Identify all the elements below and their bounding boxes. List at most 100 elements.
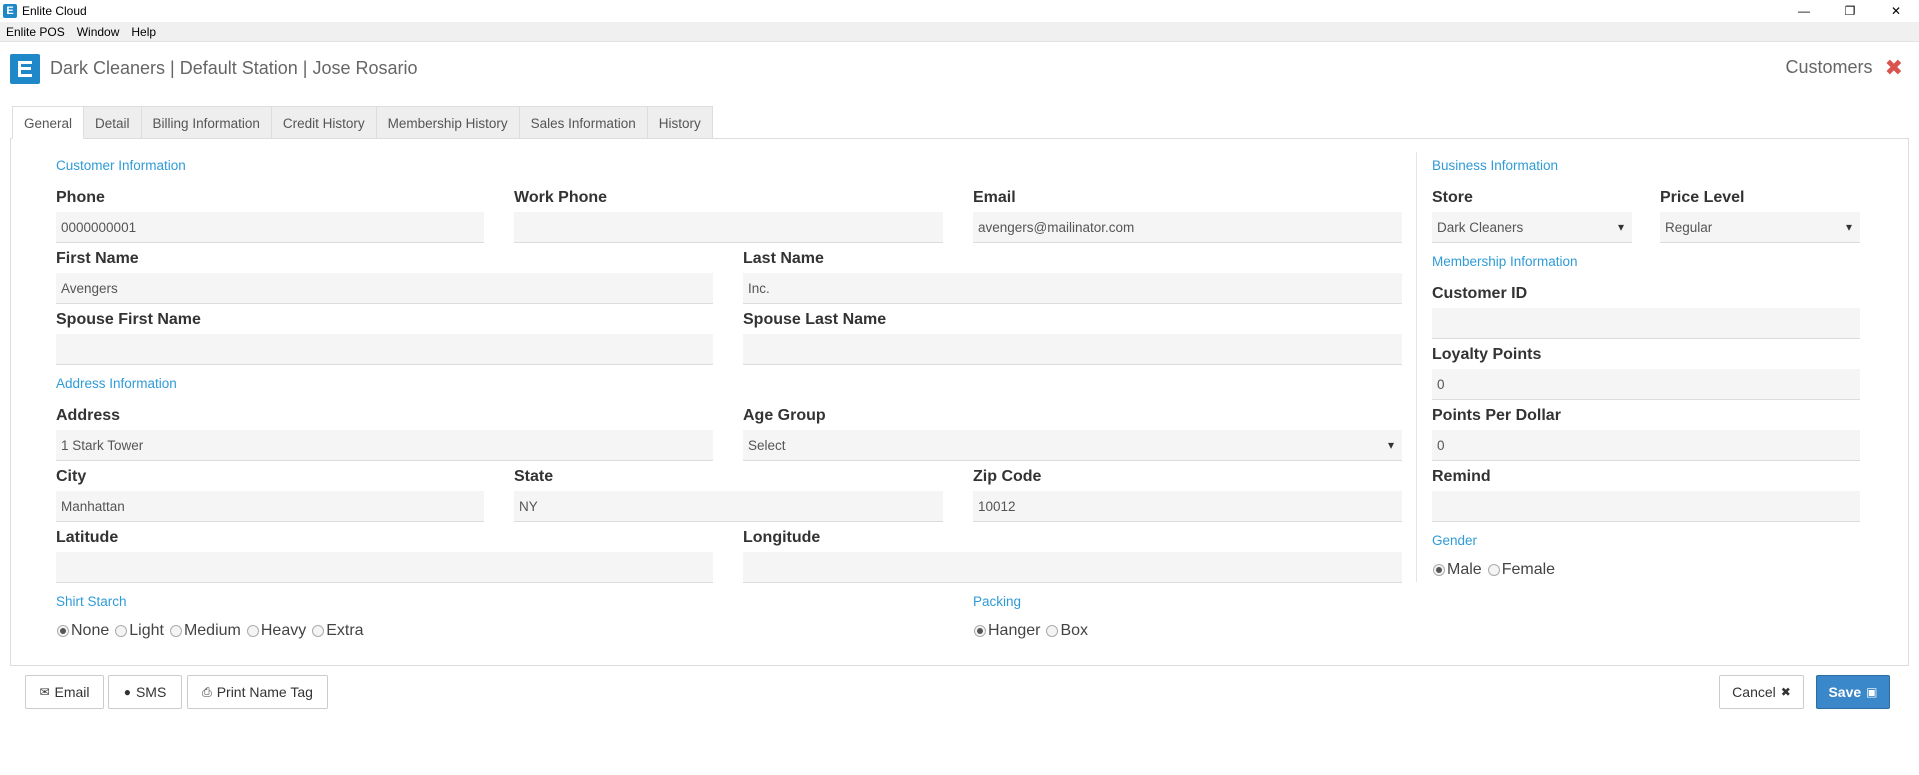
- starch-heavy-option[interactable]: Heavy: [246, 622, 307, 640]
- email-button[interactable]: ✉ Email: [25, 675, 104, 709]
- menu-bar: Enlite POS Window Help: [0, 22, 1919, 42]
- age-group-label: Age Group: [743, 407, 826, 424]
- close-window-button[interactable]: ✕: [1873, 0, 1919, 22]
- packing-radio-group: Hanger Box: [974, 622, 1094, 640]
- address-input[interactable]: 1 Stark Tower: [56, 430, 713, 461]
- tab-bar: General Detail Billing Information Credi…: [12, 106, 713, 139]
- radio-button[interactable]: [115, 625, 128, 637]
- customer-id-label: Customer ID: [1432, 285, 1528, 302]
- packing-hanger-option[interactable]: Hanger: [974, 622, 1040, 640]
- zip-code-input[interactable]: 10012: [973, 491, 1402, 522]
- points-per-dollar-input[interactable]: 0: [1432, 430, 1860, 461]
- starch-none-option[interactable]: None: [57, 622, 109, 640]
- radio-button[interactable]: [169, 625, 182, 637]
- tab-membership-history[interactable]: Membership History: [375, 106, 520, 139]
- spouse-first-name-input[interactable]: [56, 334, 713, 365]
- window-title: Enlite Cloud: [22, 4, 87, 18]
- last-name-input[interactable]: Inc.: [743, 273, 1402, 304]
- radio-button[interactable]: [1046, 625, 1059, 637]
- radio-button[interactable]: [1487, 564, 1500, 576]
- email-label: Email: [973, 189, 1016, 206]
- gender-female-label: Female: [1501, 561, 1556, 578]
- first-name-label: First Name: [56, 250, 139, 267]
- phone-label: Phone: [56, 189, 105, 206]
- latitude-input[interactable]: [56, 552, 713, 583]
- tab-sales-information[interactable]: Sales Information: [518, 106, 648, 139]
- business-info-title: Business Information: [1432, 158, 1559, 173]
- radio-button[interactable]: [974, 625, 986, 637]
- restore-button[interactable]: ❐: [1827, 0, 1873, 22]
- email-button-label: Email: [54, 684, 90, 700]
- loyalty-points-input[interactable]: 0: [1432, 369, 1860, 400]
- radio-button[interactable]: [1433, 564, 1445, 576]
- sms-button[interactable]: ● SMS: [108, 675, 182, 709]
- gender-male-option[interactable]: Male: [1433, 561, 1482, 579]
- state-label: State: [514, 468, 554, 485]
- page-header: Dark Cleaners | Default Station | Jose R…: [0, 48, 1919, 88]
- store-label: Store: [1432, 189, 1473, 206]
- page-title: Customers: [1785, 57, 1873, 77]
- brand-logo-icon: [10, 54, 40, 84]
- menu-help[interactable]: Help: [125, 25, 162, 39]
- starch-extra-option[interactable]: Extra: [312, 622, 364, 640]
- tab-history[interactable]: History: [646, 106, 713, 139]
- close-icon[interactable]: ✖: [1885, 56, 1903, 78]
- customer-info-title: Customer Information: [56, 158, 186, 173]
- save-button-label: Save: [1828, 684, 1862, 700]
- shirt-starch-radio-group: None Light Medium Heavy Extra: [57, 622, 370, 640]
- starch-light-option[interactable]: Light: [115, 622, 164, 640]
- packing-box-option[interactable]: Box: [1046, 622, 1088, 640]
- starch-light-label: Light: [129, 622, 164, 639]
- work-phone-label: Work Phone: [514, 189, 608, 206]
- packing-box-label: Box: [1060, 622, 1089, 639]
- floppy-disk-icon: ▣: [1866, 685, 1878, 699]
- latitude-label: Latitude: [56, 529, 119, 546]
- loyalty-points-label: Loyalty Points: [1432, 346, 1542, 363]
- save-button[interactable]: Save ▣: [1816, 675, 1890, 709]
- menu-window[interactable]: Window: [71, 25, 126, 39]
- price-level-select[interactable]: Regular: [1660, 212, 1860, 243]
- sms-button-label: SMS: [135, 684, 167, 700]
- starch-heavy-label: Heavy: [260, 622, 307, 639]
- city-input[interactable]: Manhattan: [56, 491, 484, 522]
- minimize-button[interactable]: —: [1781, 0, 1827, 22]
- gender-radio-group: Male Female: [1433, 561, 1561, 579]
- gender-male-label: Male: [1447, 561, 1482, 578]
- membership-info-title: Membership Information: [1432, 254, 1578, 269]
- tab-detail[interactable]: Detail: [83, 106, 142, 139]
- window-controls: — ❐ ✕: [1781, 0, 1919, 22]
- address-label: Address: [56, 407, 121, 424]
- tab-general[interactable]: General: [12, 106, 85, 139]
- gender-female-option[interactable]: Female: [1487, 561, 1556, 579]
- email-input[interactable]: avengers@mailinator.com: [973, 212, 1402, 243]
- print-icon: ⎙: [202, 684, 212, 699]
- phone-input[interactable]: 0000000001: [56, 212, 484, 243]
- first-name-input[interactable]: Avengers: [56, 273, 713, 304]
- cancel-button[interactable]: Cancel ✖: [1719, 675, 1804, 709]
- radio-button[interactable]: [246, 625, 259, 637]
- points-per-dollar-label: Points Per Dollar: [1432, 407, 1561, 424]
- longitude-input[interactable]: [743, 552, 1402, 583]
- cancel-button-label: Cancel: [1732, 684, 1776, 700]
- customer-id-input[interactable]: [1432, 308, 1860, 339]
- address-info-title: Address Information: [56, 376, 177, 391]
- radio-button[interactable]: [312, 625, 325, 637]
- tab-billing-information[interactable]: Billing Information: [140, 106, 272, 139]
- price-level-label: Price Level: [1660, 189, 1745, 206]
- radio-button[interactable]: [57, 625, 69, 637]
- store-select[interactable]: Dark Cleaners: [1432, 212, 1632, 243]
- comment-icon: ●: [123, 685, 131, 699]
- remind-input[interactable]: [1432, 491, 1860, 522]
- spouse-last-name-input[interactable]: [743, 334, 1402, 365]
- state-input[interactable]: NY: [514, 491, 943, 522]
- breadcrumb: Dark Cleaners | Default Station | Jose R…: [50, 58, 418, 78]
- print-name-tag-button[interactable]: ⎙ Print Name Tag: [187, 675, 328, 709]
- gender-title: Gender: [1432, 533, 1478, 548]
- tab-credit-history[interactable]: Credit History: [270, 106, 377, 139]
- starch-medium-option[interactable]: Medium: [169, 622, 241, 640]
- age-group-select[interactable]: Select: [743, 430, 1402, 461]
- shirt-starch-title: Shirt Starch: [56, 594, 127, 609]
- menu-enlite-pos[interactable]: Enlite POS: [0, 25, 71, 39]
- column-divider: [1416, 152, 1417, 582]
- work-phone-input[interactable]: [514, 212, 943, 243]
